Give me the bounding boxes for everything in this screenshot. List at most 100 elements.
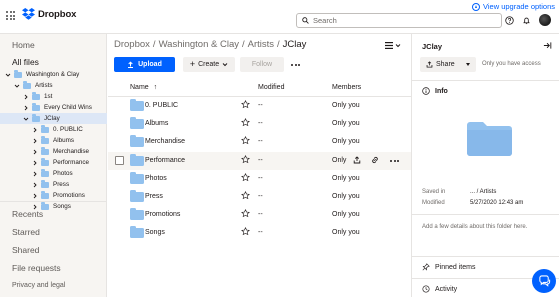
star-icon[interactable] [241,118,250,127]
sidebar-recents[interactable]: Recents [12,209,43,219]
column-modified[interactable]: Modified [258,84,284,91]
tree-item[interactable]: 0. PUBLIC [0,124,107,135]
tree-item[interactable]: 1st [0,91,107,102]
file-name[interactable]: 0. PUBLIC [145,102,178,109]
star-icon[interactable] [241,190,250,200]
follow-button[interactable]: Follow [240,57,284,72]
star-icon[interactable] [241,172,250,182]
tree-item[interactable]: Every Child Wins [0,102,107,113]
column-name[interactable]: Name ↑ [130,84,157,91]
create-label: Create [198,61,220,68]
table-row[interactable]: Songs -- Only you [108,224,411,242]
chevron-right-icon[interactable] [23,105,29,111]
tree-item[interactable]: Photos [0,168,107,179]
folder-icon [41,158,49,166]
folder-icon [130,208,144,221]
table-row[interactable]: Albums -- Only you [108,115,411,133]
bell-icon[interactable] [522,16,531,25]
modified-value: -- [258,102,263,109]
tree-item[interactable]: Promotions [0,190,107,201]
sidebar-shared[interactable]: Shared [12,245,39,255]
table-row[interactable]: 0. PUBLIC -- Only you [108,97,411,115]
folder-icon [130,99,144,111]
share-icon[interactable] [353,155,361,164]
chevron-down-icon[interactable] [5,72,11,78]
file-name[interactable]: Promotions [145,211,180,218]
tree-item[interactable]: JClay [0,113,107,124]
folder-icon [14,70,22,78]
star-icon[interactable] [241,227,250,236]
chevron-right-icon[interactable] [32,182,38,188]
star-icon[interactable] [241,154,250,164]
column-name-label: Name [130,84,149,91]
file-name[interactable]: Photos [145,175,167,182]
chevron-right-icon[interactable] [32,138,38,144]
tree-item[interactable]: Press [0,179,107,190]
chevron-down-icon[interactable] [14,83,20,89]
chevron-right-icon[interactable] [32,127,38,133]
sort-arrow-icon: ↑ [153,84,158,91]
create-button[interactable]: + Create [183,57,235,72]
info-label: Info [435,87,448,95]
sidebar-all-files[interactable]: All files [12,57,39,67]
pinned-items-section[interactable]: Pinned items [422,263,475,271]
file-name[interactable]: Albums [145,120,168,127]
sidebar-file-requests[interactable]: File requests [12,263,61,273]
breadcrumb-washington-clay[interactable]: Washington & Clay [159,39,239,50]
avatar[interactable] [539,14,551,26]
star-icon[interactable] [241,136,250,145]
folder-icon [32,92,40,100]
sidebar-privacy[interactable]: Privacy and legal [12,282,65,289]
view-toggle[interactable] [385,42,401,49]
tree-item-label: Every Child Wins [44,104,92,111]
star-icon[interactable] [241,99,250,109]
saved-in-value[interactable]: ... / Artists [470,189,496,195]
tree-item[interactable]: Albums [0,135,107,146]
chevron-right-icon[interactable] [23,94,29,100]
chevron-right-icon[interactable] [32,193,38,199]
collapse-panel-icon[interactable] [543,41,552,50]
breadcrumb-dropbox[interactable]: Dropbox [114,39,150,50]
chat-button[interactable] [532,269,556,293]
table-row[interactable]: Press -- Only you [108,188,411,206]
upgrade-link[interactable]: View upgrade options [472,2,555,11]
chevron-right-icon[interactable] [32,171,38,177]
star-icon[interactable] [241,209,250,218]
upload-button[interactable]: Upload [114,57,175,72]
search-box[interactable] [296,13,502,28]
tree-item[interactable]: Merchandise [0,146,107,157]
search-input[interactable] [313,16,493,25]
table-row[interactable]: Promotions -- Only you [108,206,411,224]
tree-item[interactable]: Washington & Clay [0,69,107,80]
help-icon[interactable] [505,15,514,25]
table-row[interactable]: Merchandise -- Only you [108,133,411,151]
members-value: Only [332,156,347,164]
more-actions-button[interactable] [291,63,300,66]
breadcrumb-artists[interactable]: Artists [248,39,274,50]
activity-section[interactable]: Activity [422,285,457,293]
file-name[interactable]: Press [145,193,163,200]
app-grid-icon[interactable] [6,11,15,20]
chevron-down-icon[interactable] [23,116,29,122]
file-name[interactable]: Merchandise [145,138,185,145]
tree-item[interactable]: Artists [0,80,107,91]
chevron-right-icon[interactable] [32,149,38,155]
file-name[interactable]: Performance [145,157,185,164]
table-row[interactable]: Performance -- Only [108,151,411,170]
row-checkbox[interactable] [115,155,124,165]
column-members[interactable]: Members [332,84,361,91]
chevron-right-icon[interactable] [32,160,38,166]
panel-divider [412,256,559,257]
dropbox-logo[interactable]: Dropbox [22,8,76,20]
members-value: Only you [332,120,360,128]
sidebar-starred[interactable]: Starred [12,227,40,237]
link-icon[interactable] [371,156,379,164]
details-hint[interactable]: Add a few details about this folder here… [422,224,527,230]
sidebar-home[interactable]: Home [12,40,35,50]
share-button[interactable]: Share [420,57,476,72]
row-more-button[interactable] [390,159,399,162]
tree-item[interactable]: Performance [0,157,107,168]
table-row[interactable]: Photos -- Only you [108,170,411,188]
file-name[interactable]: Songs [145,229,165,236]
chat-icon [538,274,550,287]
